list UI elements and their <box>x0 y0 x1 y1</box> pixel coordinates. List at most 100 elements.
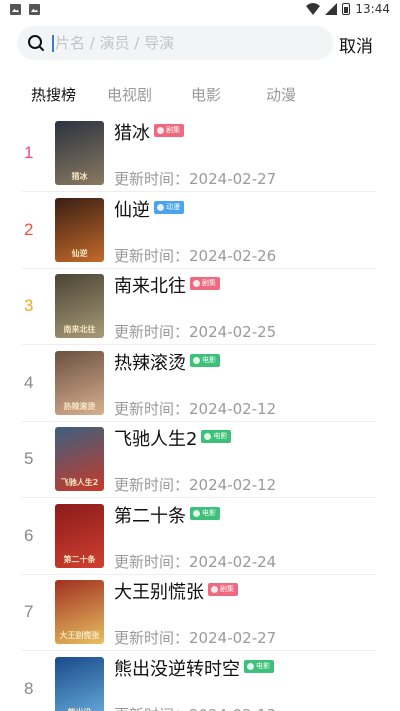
status-icons: 13:44 <box>306 2 390 16</box>
poster-image[interactable]: 熊出没 <box>55 656 104 711</box>
list-item[interactable]: 3 南来北往 南来北往 剧集 更新时间：2024-02-25 <box>0 269 400 345</box>
list-item[interactable]: 1 猎冰 猎冰 剧集 更新时间：2024-02-27 <box>0 116 400 192</box>
list-item[interactable]: 8 熊出没 熊出没逆转时空 电影 更新时间：2024-02-13 <box>0 652 400 711</box>
tab-movies[interactable]: 电影 <box>191 84 221 105</box>
list-item[interactable]: 4 热辣滚烫 热辣滚烫 电影 更新时间：2024-02-12 <box>0 346 400 422</box>
update-time: 更新时间：2024-02-27 <box>114 627 276 648</box>
update-prefix: 更新时间： <box>114 629 190 647</box>
title-line: 热辣滚烫 电影 <box>114 352 220 376</box>
poster-image[interactable]: 南来北往 <box>55 274 104 338</box>
text-cursor <box>52 35 54 52</box>
badge-label: 剧集 <box>202 279 216 287</box>
category-badge: 电影 <box>201 430 232 443</box>
badge-icon <box>204 433 212 440</box>
category-badge: 电影 <box>244 659 274 673</box>
search-input[interactable] <box>55 33 315 53</box>
signal-icon <box>325 3 338 15</box>
list-item[interactable]: 6 第二十条 第二十条 电影 更新时间：2024-02-24 <box>0 499 400 575</box>
category-badge: 电影 <box>190 506 220 520</box>
update-time: 更新时间：2024-02-25 <box>114 321 276 342</box>
battery-icon <box>342 3 351 15</box>
rank-number: 6 <box>24 525 34 545</box>
update-time: 更新时间：2024-02-12 <box>114 398 276 419</box>
poster-image[interactable]: 大王别慌张 <box>55 580 104 644</box>
title-line: 熊出没逆转时空 电影 <box>114 658 274 682</box>
wifi-icon <box>306 3 321 15</box>
poster-image[interactable]: 猎冰 <box>55 121 104 185</box>
badge-icon <box>193 280 200 287</box>
badge-icon <box>193 356 200 364</box>
badge-label: 电影 <box>213 432 228 440</box>
badge-label: 剧集 <box>166 126 180 134</box>
item-title: 南来北往 <box>114 276 186 297</box>
update-prefix: 更新时间： <box>114 476 190 494</box>
category-badge: 电影 <box>190 353 220 367</box>
tab-hot-search[interactable]: 热搜榜 <box>31 84 76 105</box>
poster-title: 仙逆 <box>71 248 88 258</box>
badge-icon <box>157 127 164 134</box>
category-badge: 动漫 <box>154 200 184 214</box>
title-line: 飞驰人生2 电影 <box>114 428 232 452</box>
update-date: 2024-02-12 <box>189 399 277 418</box>
poster-title: 飞驰人生2 <box>60 478 99 487</box>
item-title: 大王别慌张 <box>114 582 204 603</box>
tab-anime[interactable]: 动漫 <box>266 84 296 105</box>
item-title: 熊出没逆转时空 <box>114 658 240 680</box>
tab-tv-series[interactable]: 电视剧 <box>107 84 152 105</box>
list-item[interactable]: 2 仙逆 仙逆 动漫 更新时间：2024-02-26 <box>0 193 400 269</box>
item-title: 热辣滚烫 <box>114 352 186 374</box>
badge-label: 电影 <box>256 661 270 670</box>
update-date: 2024-02-12 <box>189 476 277 494</box>
update-time: 更新时间：2024-02-13 <box>114 704 276 711</box>
poster-image[interactable]: 第二十条 <box>55 503 104 568</box>
item-title: 猎冰 <box>114 123 150 144</box>
update-prefix: 更新时间： <box>114 706 189 711</box>
status-bar: 13:44 <box>0 0 400 22</box>
list-item[interactable]: 5 飞驰人生2 飞驰人生2 电影 更新时间：2024-02-12 <box>0 422 400 498</box>
update-prefix: 更新时间： <box>114 552 190 571</box>
poster-title: 熊出没 <box>57 707 102 711</box>
update-date: 2024-02-25 <box>189 323 277 341</box>
clock: 13:44 <box>355 2 390 16</box>
badge-label: 动漫 <box>166 202 180 211</box>
update-date: 2024-02-26 <box>189 246 277 265</box>
update-time: 更新时间：2024-02-27 <box>114 168 276 189</box>
list-item[interactable]: 7 大王别慌张 大王别慌张 剧集 更新时间：2024-02-27 <box>0 575 400 651</box>
update-date: 2024-02-27 <box>189 629 277 647</box>
badge-icon <box>157 203 164 211</box>
poster-title: 热辣滚烫 <box>63 401 96 411</box>
title-line: 南来北往 剧集 <box>114 275 220 299</box>
image-notification-icon <box>10 4 21 15</box>
poster-title: 大王别慌张 <box>59 631 100 640</box>
poster-title: 第二十条 <box>63 554 96 564</box>
search-icon <box>28 35 44 51</box>
badge-label: 剧集 <box>220 585 234 593</box>
cancel-button[interactable]: 取消 <box>339 32 373 57</box>
category-badge: 剧集 <box>154 124 184 137</box>
badge-icon <box>193 509 200 517</box>
update-time: 更新时间：2024-02-26 <box>114 245 276 266</box>
update-date: 2024-02-27 <box>189 170 277 188</box>
update-time: 更新时间：2024-02-24 <box>114 551 276 572</box>
category-badge: 剧集 <box>190 277 220 290</box>
update-prefix: 更新时间： <box>114 399 190 418</box>
title-line: 猎冰 剧集 <box>114 122 184 146</box>
item-title: 仙逆 <box>114 199 150 221</box>
poster-image[interactable]: 飞驰人生2 <box>55 427 104 491</box>
rank-number: 2 <box>24 219 34 239</box>
search-bar[interactable] <box>17 26 333 60</box>
rank-number: 8 <box>24 678 34 698</box>
poster-image[interactable]: 仙逆 <box>55 197 104 262</box>
notification-icons <box>10 4 40 15</box>
rank-number: 3 <box>24 296 34 315</box>
category-tabs: 热搜榜 电视剧 电影 动漫 <box>0 84 400 108</box>
item-title: 第二十条 <box>114 505 186 527</box>
item-title: 飞驰人生2 <box>114 429 198 450</box>
badge-label: 电影 <box>202 355 216 364</box>
title-line: 大王别慌张 剧集 <box>114 581 238 605</box>
poster-title: 猎冰 <box>71 172 88 181</box>
poster-image[interactable]: 热辣滚烫 <box>55 350 104 415</box>
update-date: 2024-02-13 <box>189 706 276 711</box>
rank-number: 4 <box>24 372 34 392</box>
rank-number: 5 <box>24 449 34 468</box>
